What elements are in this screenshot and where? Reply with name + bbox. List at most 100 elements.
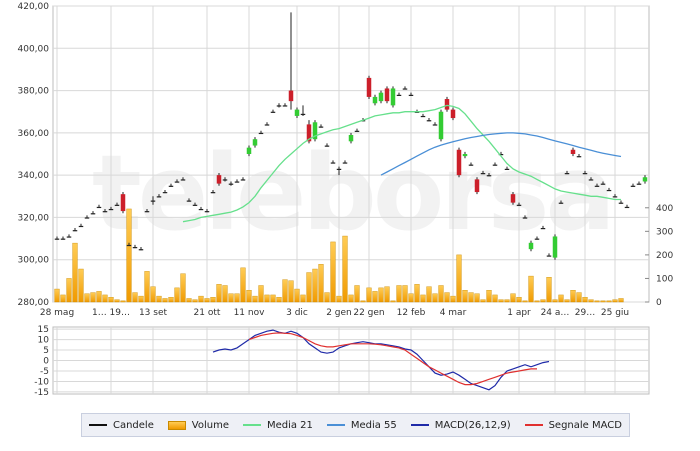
- candle-body: [204, 211, 210, 213]
- volume-bar: [54, 288, 60, 303]
- candle-body: [390, 88, 396, 106]
- volume-bar: [168, 297, 174, 303]
- volume-bar: [132, 292, 138, 303]
- volume-bar: [270, 294, 276, 303]
- candle-body: [198, 208, 204, 211]
- volume-bar: [510, 293, 516, 303]
- price-tick-label: 320,00: [18, 213, 50, 223]
- candles: [54, 12, 648, 260]
- volume-bar: [252, 295, 258, 303]
- price-tick-label: 360,00: [18, 129, 50, 139]
- candle-body: [192, 204, 198, 206]
- candle-body: [450, 109, 456, 119]
- macd-panel: -15-10-5051015: [34, 325, 650, 398]
- price-tick-label: 420,00: [18, 2, 50, 12]
- volume-bar: [552, 299, 558, 303]
- candle-body: [180, 179, 186, 181]
- candle-body: [444, 99, 450, 110]
- line-swatch-icon: [410, 424, 429, 426]
- price-tick-label: 400,00: [18, 44, 50, 54]
- volume-bar: [612, 299, 618, 303]
- candle-body: [216, 175, 222, 184]
- date-tick-label: 1… 19…: [92, 308, 130, 318]
- date-tick-label: 25 giu: [601, 308, 629, 318]
- candle-body: [120, 194, 126, 212]
- volume-bar: [498, 299, 504, 303]
- volume-bar: [588, 299, 594, 303]
- line-swatch-icon: [88, 424, 107, 426]
- volume-bar: [60, 294, 66, 303]
- candle-body: [60, 238, 66, 240]
- macd-tick-label: -5: [40, 367, 49, 377]
- date-tick-label: 21 ott: [194, 308, 221, 318]
- candle-body: [72, 230, 78, 232]
- legend-label: Media 21: [266, 419, 313, 431]
- candle-body: [528, 242, 534, 250]
- legend-label: Volume: [191, 419, 229, 431]
- candle-body: [486, 175, 492, 177]
- candle-body: [642, 177, 648, 182]
- volume-tick-label: 0: [656, 298, 662, 308]
- candle-body: [222, 179, 228, 181]
- volume-bar: [156, 295, 162, 303]
- candle-body: [636, 183, 642, 185]
- volume-bar: [546, 277, 552, 303]
- volume-bar: [300, 294, 306, 303]
- volume-bar: [618, 298, 624, 303]
- volume-bar: [402, 285, 408, 303]
- date-tick-label: 3 dic: [286, 308, 308, 318]
- macd-tick-label: 10: [38, 336, 50, 346]
- legend-label: MACD(26,12,9): [434, 419, 511, 431]
- line-swatch-icon: [524, 424, 543, 426]
- volume-bar: [246, 290, 252, 303]
- volume-bar: [114, 299, 120, 303]
- candle-body: [576, 156, 582, 158]
- volume-bar: [180, 273, 186, 303]
- volume-bar: [144, 271, 150, 303]
- price-tick-label: 300,00: [18, 256, 50, 266]
- line-swatch-icon: [242, 424, 261, 426]
- volume-bar: [150, 286, 156, 303]
- candle-body: [480, 173, 486, 175]
- volume-bar: [480, 299, 486, 303]
- volume-bar: [330, 241, 336, 303]
- legend-item: Candele: [88, 420, 154, 431]
- candle-body: [234, 181, 240, 183]
- candle-body: [612, 196, 618, 198]
- volume-bar: [600, 300, 606, 303]
- volume-bar: [438, 285, 444, 303]
- candle-body: [156, 196, 162, 198]
- macd-tick-label: -10: [34, 377, 49, 387]
- price-tick-label: 340,00: [18, 171, 50, 181]
- volume-bar: [318, 264, 324, 303]
- volume-bar: [102, 294, 108, 303]
- volume-bar: [240, 267, 246, 303]
- candle-body: [114, 204, 120, 206]
- candle-body: [420, 115, 426, 118]
- volume-bar: [78, 268, 84, 303]
- candle-body: [552, 236, 558, 258]
- volume-bar: [384, 286, 390, 303]
- candle-body: [90, 213, 96, 215]
- line-swatch-icon: [326, 424, 345, 426]
- volume-bar: [360, 300, 366, 303]
- volume-bar: [198, 295, 204, 303]
- volume-bar: [126, 208, 132, 303]
- candle-body: [378, 92, 384, 102]
- volume-bar: [186, 298, 192, 303]
- candle-body: [606, 189, 612, 192]
- volume-bar: [342, 235, 348, 303]
- candle-body: [534, 238, 540, 240]
- volume-bar: [468, 292, 474, 303]
- volume-bar: [426, 286, 432, 303]
- stock-chart: teleborsa 280,00 300,00 320,00 340,00 360,00…: [0, 0, 700, 451]
- volume-bar: [312, 268, 318, 303]
- volume-bar: [72, 242, 78, 303]
- candle-body: [588, 179, 594, 181]
- volume-bar: [288, 280, 294, 303]
- candle-body: [624, 206, 630, 209]
- volume-bar: [486, 290, 492, 303]
- candle-body: [66, 236, 72, 238]
- volume-bar: [390, 300, 396, 303]
- volume-bar: [108, 297, 114, 303]
